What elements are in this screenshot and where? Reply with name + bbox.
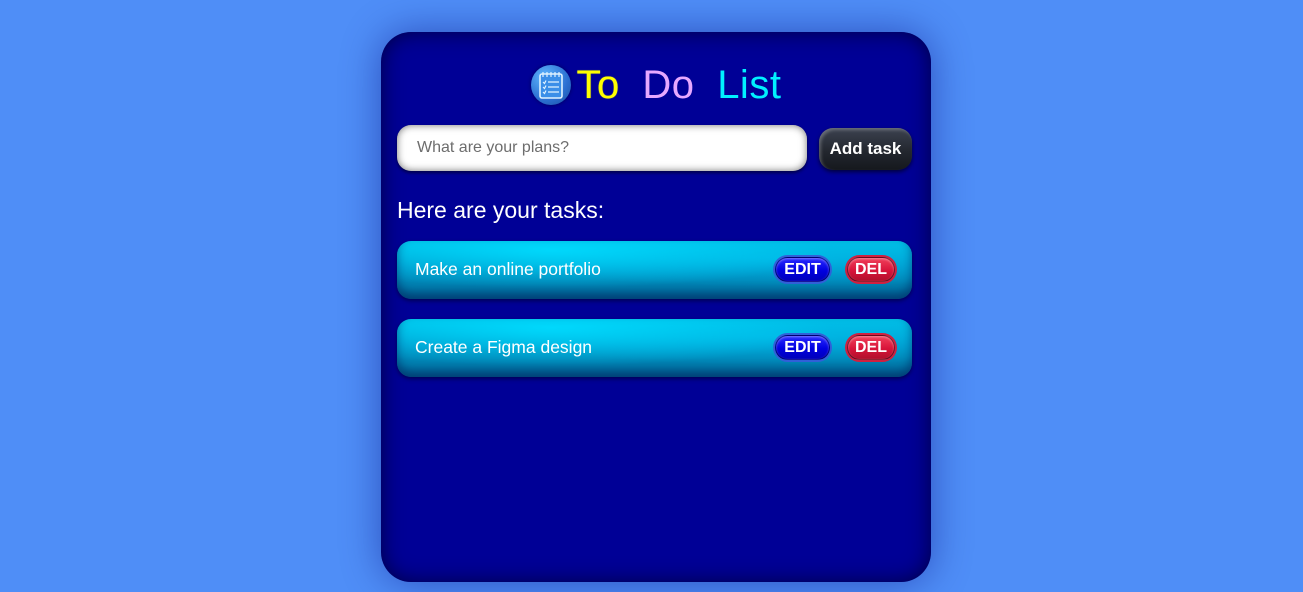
task-text: Make an online portfolio (415, 259, 601, 279)
task-text: Create a Figma design (415, 337, 593, 357)
tasks-heading: Here are your tasks: (397, 197, 605, 223)
task-item: Make an online portfolio EDIT DEL (397, 241, 912, 299)
title-word-to: To (576, 63, 620, 107)
edit-task-button[interactable]: EDIT (775, 257, 830, 282)
add-task-button[interactable]: Add task (819, 128, 912, 170)
delete-task-button[interactable]: DEL (847, 257, 895, 282)
app-title: To Do List (577, 60, 782, 110)
task-item: Create a Figma design EDIT DEL (397, 319, 912, 377)
edit-task-button[interactable]: EDIT (775, 335, 830, 360)
title-word-do: Do (642, 63, 695, 107)
todo-card: To Do List Add task Here are your tasks:… (381, 32, 931, 582)
task-list: Make an online portfolio EDIT DEL Create… (397, 241, 912, 397)
title-word-list: List (717, 63, 782, 107)
task-input[interactable] (397, 125, 807, 171)
app-header: To Do List (381, 60, 931, 110)
notepad-icon (530, 65, 571, 105)
delete-task-button[interactable]: DEL (847, 335, 895, 360)
